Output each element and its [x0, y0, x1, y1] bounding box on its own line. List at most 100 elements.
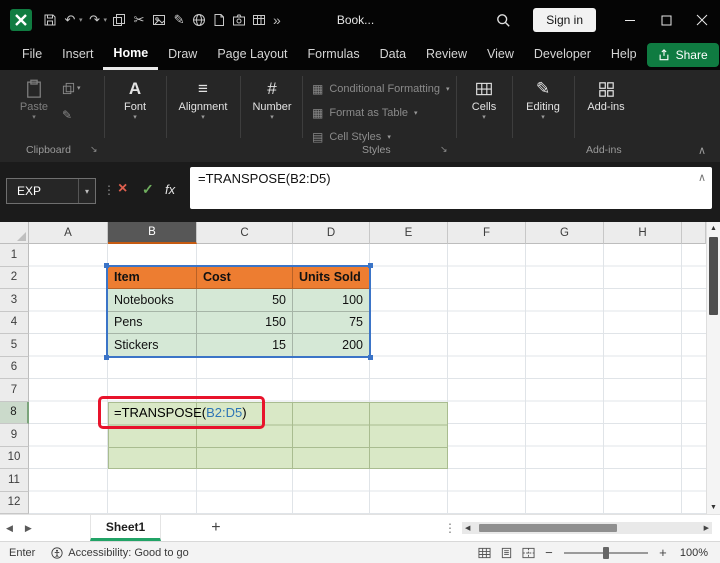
maximize-button[interactable] [648, 0, 684, 40]
camera-icon[interactable] [229, 8, 249, 32]
new-sheet-button[interactable]: + [203, 519, 228, 537]
tab-scroll-divider-icon[interactable]: ⋮ [438, 521, 462, 535]
cell-b3[interactable]: Notebooks [108, 289, 197, 312]
column-header-h[interactable]: H [604, 222, 682, 244]
next-sheet-icon[interactable]: ▶ [19, 523, 38, 534]
image-icon[interactable] [149, 8, 169, 32]
tab-help[interactable]: Help [601, 40, 647, 70]
row-header-3[interactable]: 3 [0, 289, 29, 312]
copy-icon[interactable] [109, 8, 129, 32]
collapse-formula-bar-icon[interactable]: ∧ [698, 171, 706, 184]
select-all-corner[interactable] [0, 222, 29, 244]
format-as-table-button[interactable]: ▦ Format as Table ▾ [312, 106, 418, 120]
zoom-slider[interactable] [563, 546, 648, 559]
row-header-7[interactable]: 7 [0, 379, 29, 402]
zoom-slider-thumb[interactable] [602, 546, 609, 559]
tab-draw[interactable]: Draw [158, 40, 207, 70]
tab-insert[interactable]: Insert [52, 40, 103, 70]
alignment-group-button[interactable]: ≡ Alignment ▾ [172, 78, 234, 121]
cell-d5[interactable]: 200 [293, 334, 370, 357]
cell-c4[interactable]: 150 [197, 311, 293, 334]
row-header-11[interactable]: 11 [0, 469, 29, 492]
cell-d3[interactable]: 100 [293, 289, 370, 312]
format-painter-button[interactable]: ✎ [62, 108, 72, 122]
row-header-5[interactable]: 5 [0, 334, 29, 357]
cell-b4[interactable]: Pens [108, 311, 197, 334]
undo-dropdown-icon[interactable]: ▾ [79, 16, 83, 24]
column-header-g[interactable]: G [526, 222, 604, 244]
tab-formulas[interactable]: Formulas [298, 40, 370, 70]
collapse-ribbon-icon[interactable]: ∧ [698, 144, 706, 157]
row-header-2[interactable]: 2 [0, 266, 29, 289]
column-header-b[interactable]: B [108, 222, 197, 244]
conditional-formatting-button[interactable]: ▦ Conditional Formatting ▾ [312, 82, 450, 96]
document-icon[interactable] [209, 8, 229, 32]
globe-icon[interactable] [189, 8, 209, 32]
row-header-10[interactable]: 10 [0, 446, 29, 469]
cut-icon[interactable]: ✂ [129, 8, 149, 32]
cell-b8-formula[interactable]: =TRANSPOSE(B2:D5) [109, 402, 247, 425]
horizontal-scrollbar[interactable]: ◀ ▶ [462, 522, 712, 534]
styles-dialog-launcher-icon[interactable]: ↘ [440, 144, 448, 155]
cell-c5[interactable]: 15 [197, 334, 293, 357]
vertical-scrollbar[interactable]: ▲ ▼ [706, 222, 720, 514]
scroll-down-icon[interactable]: ▼ [707, 501, 720, 514]
cells-group-button[interactable]: Cells ▾ [462, 78, 506, 121]
accessibility-status[interactable]: Accessibility: Good to go [51, 547, 189, 559]
page-break-view-icon[interactable] [518, 543, 540, 563]
zoom-in-icon[interactable]: + [654, 545, 672, 560]
row-header-12[interactable]: 12 [0, 491, 29, 514]
tab-file[interactable]: File [12, 40, 52, 70]
column-header-c[interactable]: C [197, 222, 293, 244]
paste-button[interactable]: Paste ▾ [12, 78, 56, 121]
number-group-button[interactable]: # Number ▾ [246, 78, 298, 121]
clipboard-dialog-launcher-icon[interactable]: ↘ [90, 144, 98, 155]
column-header-a[interactable]: A [29, 222, 108, 244]
cancel-formula-icon[interactable]: × [118, 180, 127, 198]
row-header-4[interactable]: 4 [0, 311, 29, 334]
name-box[interactable]: EXP ▾ [6, 178, 96, 204]
tab-view[interactable]: View [477, 40, 524, 70]
search-icon[interactable] [489, 6, 517, 34]
name-box-dropdown-icon[interactable]: ▾ [77, 179, 95, 203]
excel-logo-icon[interactable] [10, 9, 32, 31]
table-icon[interactable] [249, 8, 269, 32]
page-layout-view-icon[interactable] [496, 543, 518, 563]
row-header-8[interactable]: 8 [0, 401, 29, 424]
scroll-left-icon[interactable]: ◀ [462, 524, 473, 532]
copy-ribbon-button[interactable]: ▾ [62, 82, 81, 95]
formula-input[interactable]: =TRANSPOSE(B2:D5) ∧ [190, 167, 712, 209]
cell-d2[interactable]: Units Sold [293, 266, 370, 289]
minimize-button[interactable] [612, 0, 648, 40]
row-header-9[interactable]: 9 [0, 424, 29, 447]
undo-icon[interactable]: ↶ [60, 8, 80, 32]
redo-icon[interactable]: ↷ [85, 8, 105, 32]
horizontal-scrollbar-thumb[interactable] [479, 524, 618, 532]
zoom-out-icon[interactable]: − [540, 545, 558, 560]
redo-dropdown-icon[interactable]: ▾ [104, 16, 108, 24]
tab-review[interactable]: Review [416, 40, 477, 70]
vertical-scrollbar-thumb[interactable] [709, 237, 718, 315]
enter-formula-icon[interactable]: ✓ [142, 181, 154, 198]
tab-page-layout[interactable]: Page Layout [207, 40, 297, 70]
tab-developer[interactable]: Developer [524, 40, 601, 70]
tab-home[interactable]: Home [103, 40, 159, 70]
cell-d4[interactable]: 75 [293, 311, 370, 334]
font-group-button[interactable]: A Font ▾ [112, 78, 158, 121]
zoom-level[interactable]: 100% [680, 547, 708, 559]
share-button[interactable]: Share [646, 43, 719, 67]
insert-function-icon[interactable]: fx [165, 182, 175, 197]
editing-group-button[interactable]: ✎ Editing ▾ [518, 78, 568, 121]
tab-data[interactable]: Data [370, 40, 416, 70]
save-icon[interactable] [40, 8, 60, 32]
cell-c3[interactable]: 50 [197, 289, 293, 312]
scroll-right-icon[interactable]: ▶ [701, 524, 712, 532]
sheet-tab-sheet1[interactable]: Sheet1 [89, 515, 162, 541]
cell-styles-button[interactable]: ▤ Cell Styles ▾ [312, 130, 391, 144]
scroll-up-icon[interactable]: ▲ [707, 222, 720, 235]
column-header-e[interactable]: E [370, 222, 448, 244]
column-header-d[interactable]: D [293, 222, 370, 244]
cell-b5[interactable]: Stickers [108, 334, 197, 357]
cell-b2[interactable]: Item [108, 266, 197, 289]
addins-button[interactable]: Add-ins [580, 78, 632, 113]
